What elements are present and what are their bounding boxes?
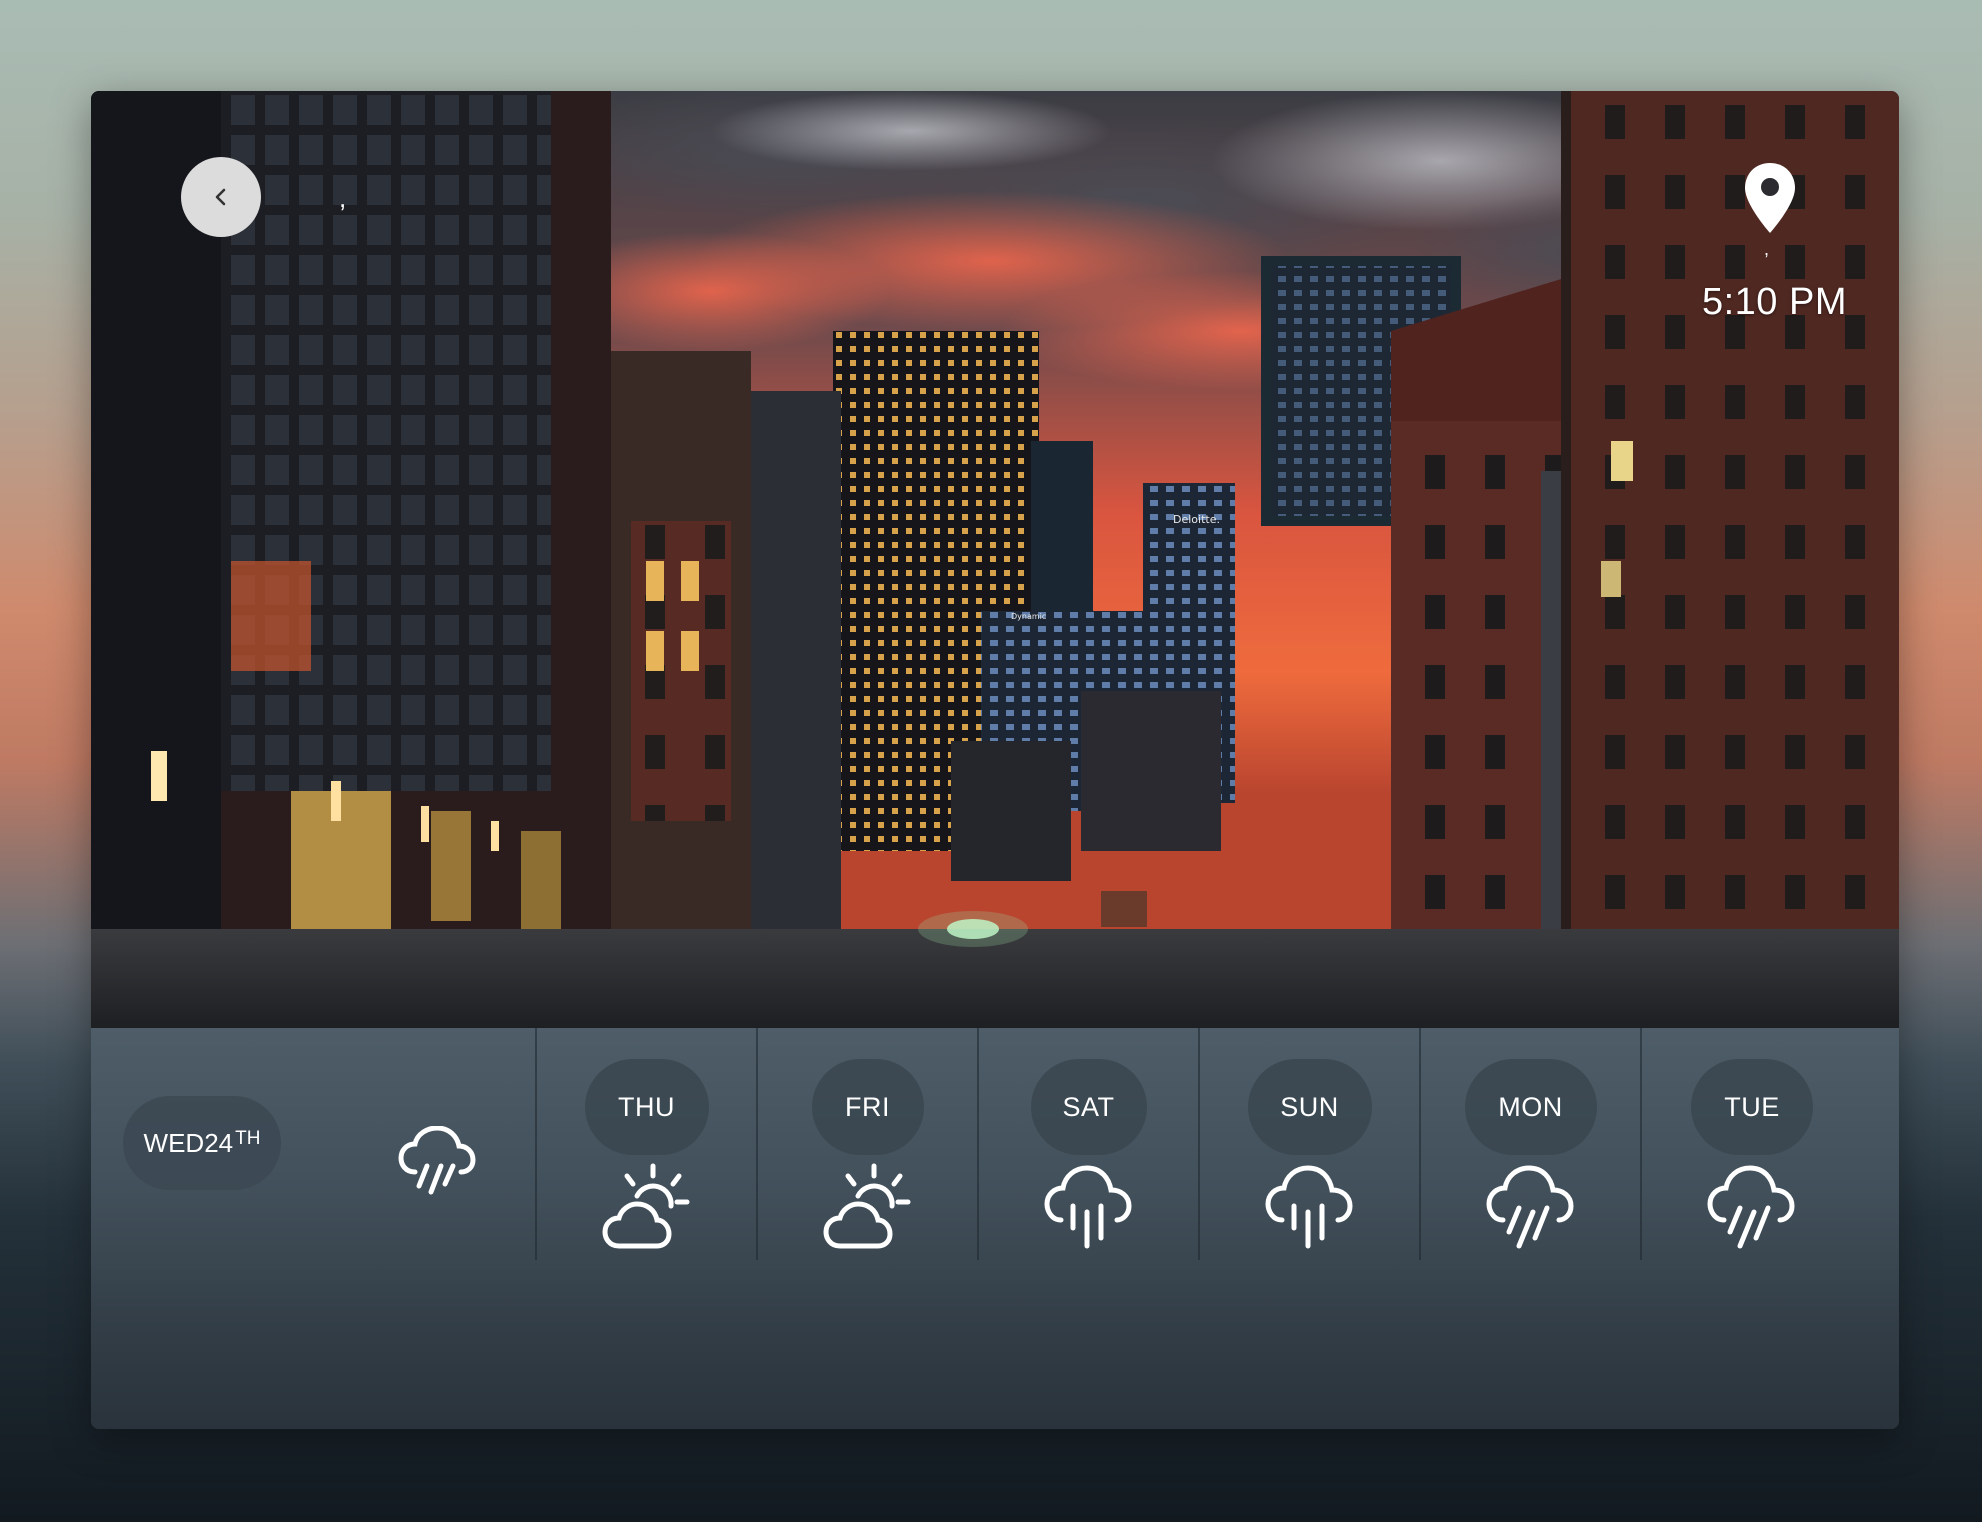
forecast-day-thu[interactable]: THU [535,1028,756,1260]
day-label-badge: SAT [1030,1059,1147,1155]
city-name: , [339,183,347,213]
map-pin-icon[interactable] [1741,161,1799,235]
chevron-left-icon [215,188,226,206]
today-date-suffix: TH [235,1128,261,1149]
day-label: THU [618,1091,675,1122]
forecast-day-sun[interactable]: SUN [1198,1028,1419,1260]
day-label-badge: FRI [811,1059,924,1155]
city-photo: Deloitte. Dynamic , , 5:10 PM [91,91,1899,1028]
day-label-badge: TUE [1691,1059,1813,1155]
partly-sunny-icon [601,1163,689,1249]
day-label: SUN [1280,1091,1339,1122]
today-panel: WED24 TH [91,1028,535,1260]
heavy-rain-icon [1707,1165,1795,1249]
back-button[interactable] [181,157,261,237]
forecast-strip: WED24 TH THU FRI SAT SUN MON TUE [91,1028,1899,1429]
weather-card: Deloitte. Dynamic , , 5:10 PM WED24 TH T… [91,91,1899,1429]
day-label-badge: THU [584,1059,709,1155]
day-label: SAT [1062,1091,1115,1122]
rain-icon [1043,1165,1132,1249]
forecast-day-fri[interactable]: FRI [756,1028,977,1260]
building-sign: Deloitte. [1173,513,1220,526]
today-date-badge: WED24 TH [123,1096,281,1190]
rain-icon [398,1126,476,1195]
partly-sunny-icon [822,1163,910,1249]
small-building-sign: Dynamic [1011,612,1046,621]
current-time: 5:10 PM [1701,281,1847,323]
day-label: MON [1498,1091,1563,1122]
day-label: FRI [845,1091,890,1122]
location-name: , [1764,239,1770,259]
heavy-rain-icon [1485,1165,1574,1249]
forecast-day-tue[interactable]: TUE [1640,1028,1899,1260]
rain-icon [1264,1165,1353,1249]
day-label-badge: SUN [1247,1059,1372,1155]
forecast-day-sat[interactable]: SAT [977,1028,1198,1260]
day-label: TUE [1724,1091,1780,1122]
city-street-photo: Deloitte. Dynamic [91,91,1899,1028]
today-date-label: WED24 [143,1127,234,1158]
day-label-badge: MON [1464,1059,1597,1155]
forecast-day-mon[interactable]: MON [1419,1028,1640,1260]
